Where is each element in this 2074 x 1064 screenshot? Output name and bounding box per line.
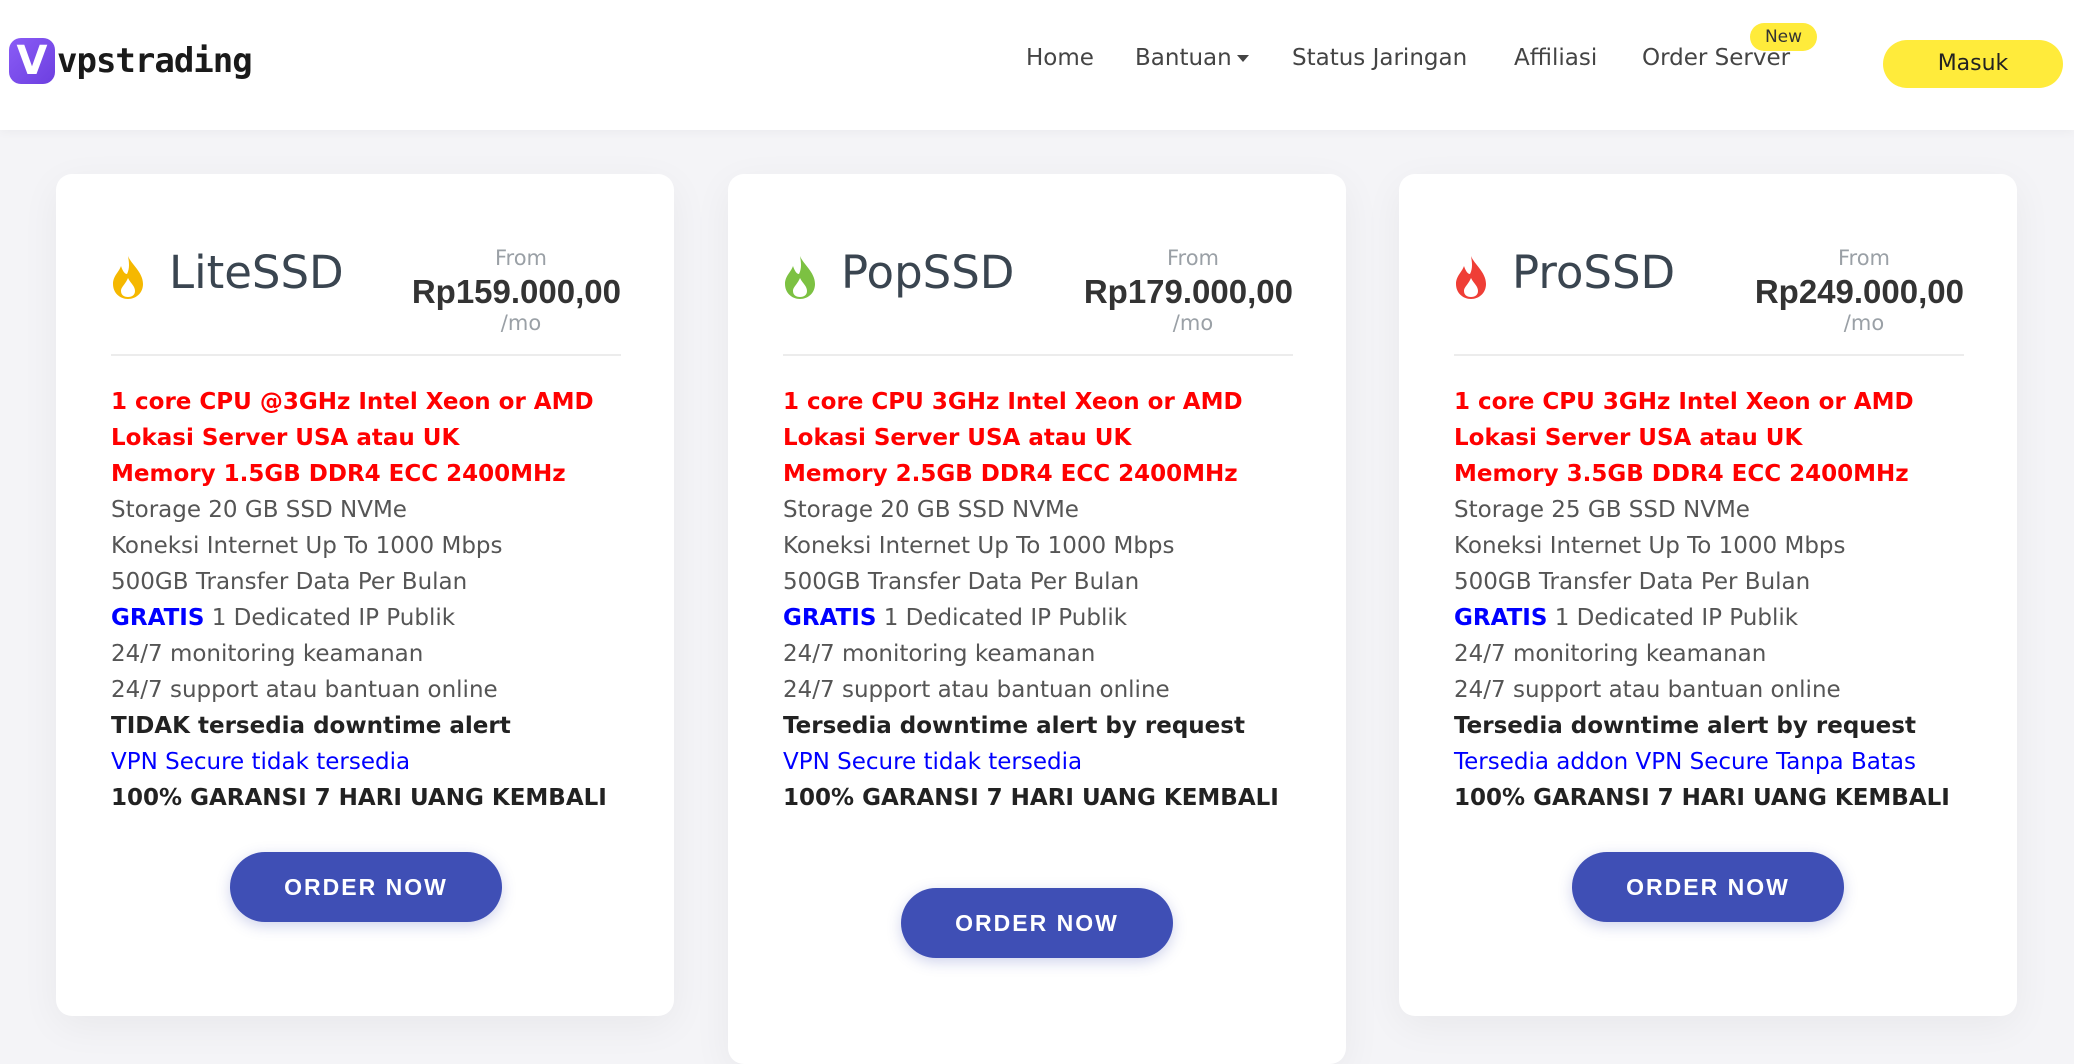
- price-value: Rp179.000,00: [1083, 273, 1293, 310]
- price-block: From Rp179.000,00 /mo: [1053, 246, 1293, 335]
- login-button[interactable]: Masuk: [1883, 40, 2063, 88]
- feature-network: Koneksi Internet Up To 1000 Mbps: [1454, 533, 1846, 559]
- feature-ip-text: 1 Dedicated IP Publik: [204, 605, 456, 631]
- flame-icon: [113, 256, 143, 299]
- feature-network: Koneksi Internet Up To 1000 Mbps: [783, 533, 1175, 559]
- feature-guarantee: 100% GARANSI 7 HARI UANG KEMBALI: [1454, 785, 1950, 811]
- feature-list: 1 core CPU 3GHz Intel Xeon or AMD Lokasi…: [1454, 384, 1950, 816]
- feature-memory: Memory 3.5GB DDR4 ECC 2400MHz: [1454, 461, 1909, 487]
- nav-bantuan-label: Bantuan: [1135, 45, 1232, 71]
- logo-mark-icon: V: [9, 38, 55, 84]
- price-from: From: [494, 246, 548, 270]
- feature-support: 24/7 support atau bantuan online: [1454, 677, 1841, 703]
- feature-alert: Tersedia downtime alert by request: [1454, 713, 1916, 739]
- nav-affiliasi[interactable]: Affiliasi: [1514, 45, 1597, 71]
- feature-monitoring: 24/7 monitoring keamanan: [111, 641, 424, 667]
- feature-location: Lokasi Server USA atau UK: [111, 425, 460, 451]
- gratis-label: GRATIS: [783, 605, 877, 631]
- feature-ip: GRATIS 1 Dedicated IP Publik: [783, 600, 1279, 636]
- price-value: Rp249.000,00: [1754, 273, 1964, 310]
- plan-card-litessd: LiteSSD From Rp159.000,00 /mo 1 core CPU…: [56, 174, 674, 1016]
- brand-logo[interactable]: V vpstrading: [9, 36, 253, 86]
- plan-header: ProSSD From Rp249.000,00 /mo: [1454, 246, 1964, 335]
- nav-home[interactable]: Home: [1026, 45, 1094, 71]
- feature-ip: GRATIS 1 Dedicated IP Publik: [111, 600, 607, 636]
- new-badge: New: [1750, 23, 1817, 51]
- price-period: /mo: [500, 311, 542, 335]
- feature-memory: Memory 2.5GB DDR4 ECC 2400MHz: [783, 461, 1238, 487]
- feature-network: Koneksi Internet Up To 1000 Mbps: [111, 533, 503, 559]
- divider: [783, 354, 1293, 356]
- feature-list: 1 core CPU 3GHz Intel Xeon or AMD Lokasi…: [783, 384, 1279, 816]
- flame-icon: [1456, 256, 1486, 299]
- plan-card-popssd: PopSSD From Rp179.000,00 /mo 1 core CPU …: [728, 174, 1346, 1064]
- feature-cpu: 1 core CPU @3GHz Intel Xeon or AMD: [111, 389, 594, 415]
- feature-monitoring: 24/7 monitoring keamanan: [1454, 641, 1767, 667]
- price-from: From: [1837, 246, 1891, 270]
- price-from: From: [1166, 246, 1220, 270]
- feature-location: Lokasi Server USA atau UK: [1454, 425, 1803, 451]
- feature-transfer: 500GB Transfer Data Per Bulan: [111, 569, 468, 595]
- feature-alert: TIDAK tersedia downtime alert: [111, 713, 511, 739]
- gratis-label: GRATIS: [1454, 605, 1548, 631]
- feature-storage: Storage 20 GB SSD NVMe: [111, 497, 407, 523]
- divider: [1454, 354, 1964, 356]
- price-block: From Rp159.000,00 /mo: [381, 246, 621, 335]
- plan-card-prossd: ProSSD From Rp249.000,00 /mo 1 core CPU …: [1399, 174, 2017, 1016]
- flame-icon: [785, 256, 815, 299]
- brand-name: vpstrading: [57, 41, 253, 81]
- price-period: /mo: [1172, 311, 1214, 335]
- divider: [111, 354, 621, 356]
- feature-location: Lokasi Server USA atau UK: [783, 425, 1132, 451]
- feature-transfer: 500GB Transfer Data Per Bulan: [1454, 569, 1811, 595]
- feature-monitoring: 24/7 monitoring keamanan: [783, 641, 1096, 667]
- price-value: Rp159.000,00: [411, 273, 621, 310]
- feature-memory: Memory 1.5GB DDR4 ECC 2400MHz: [111, 461, 566, 487]
- site-header: V vpstrading Home Bantuan Status Jaringa…: [0, 0, 2074, 130]
- chevron-down-icon: [1236, 55, 1249, 62]
- feature-vpn: VPN Secure tidak tersedia: [783, 749, 1083, 775]
- feature-cpu: 1 core CPU 3GHz Intel Xeon or AMD: [1454, 389, 1914, 415]
- feature-storage: Storage 20 GB SSD NVMe: [783, 497, 1079, 523]
- plan-name: LiteSSD: [169, 246, 344, 299]
- order-now-button[interactable]: ORDER NOW: [230, 852, 502, 922]
- plan-name: PopSSD: [841, 246, 1015, 299]
- price-block: From Rp249.000,00 /mo: [1724, 246, 1964, 335]
- nav-bantuan[interactable]: Bantuan: [1135, 45, 1249, 71]
- feature-ip-text: 1 Dedicated IP Publik: [876, 605, 1128, 631]
- plan-name: ProSSD: [1512, 246, 1676, 299]
- plan-header: LiteSSD From Rp159.000,00 /mo: [111, 246, 621, 335]
- feature-guarantee: 100% GARANSI 7 HARI UANG KEMBALI: [783, 785, 1279, 811]
- feature-list: 1 core CPU @3GHz Intel Xeon or AMD Lokas…: [111, 384, 607, 816]
- order-now-button[interactable]: ORDER NOW: [901, 888, 1173, 958]
- feature-storage: Storage 25 GB SSD NVMe: [1454, 497, 1750, 523]
- price-period: /mo: [1843, 311, 1885, 335]
- plan-header: PopSSD From Rp179.000,00 /mo: [783, 246, 1293, 335]
- feature-support: 24/7 support atau bantuan online: [111, 677, 498, 703]
- feature-vpn: VPN Secure tidak tersedia: [111, 749, 411, 775]
- order-now-button[interactable]: ORDER NOW: [1572, 852, 1844, 922]
- feature-transfer: 500GB Transfer Data Per Bulan: [783, 569, 1140, 595]
- feature-vpn: Tersedia addon VPN Secure Tanpa Batas: [1454, 749, 1916, 775]
- feature-guarantee: 100% GARANSI 7 HARI UANG KEMBALI: [111, 785, 607, 811]
- feature-support: 24/7 support atau bantuan online: [783, 677, 1170, 703]
- feature-cpu: 1 core CPU 3GHz Intel Xeon or AMD: [783, 389, 1243, 415]
- feature-ip: GRATIS 1 Dedicated IP Publik: [1454, 600, 1950, 636]
- nav-status-jaringan[interactable]: Status Jaringan: [1292, 45, 1467, 71]
- gratis-label: GRATIS: [111, 605, 205, 631]
- feature-ip-text: 1 Dedicated IP Publik: [1547, 605, 1799, 631]
- feature-alert: Tersedia downtime alert by request: [783, 713, 1245, 739]
